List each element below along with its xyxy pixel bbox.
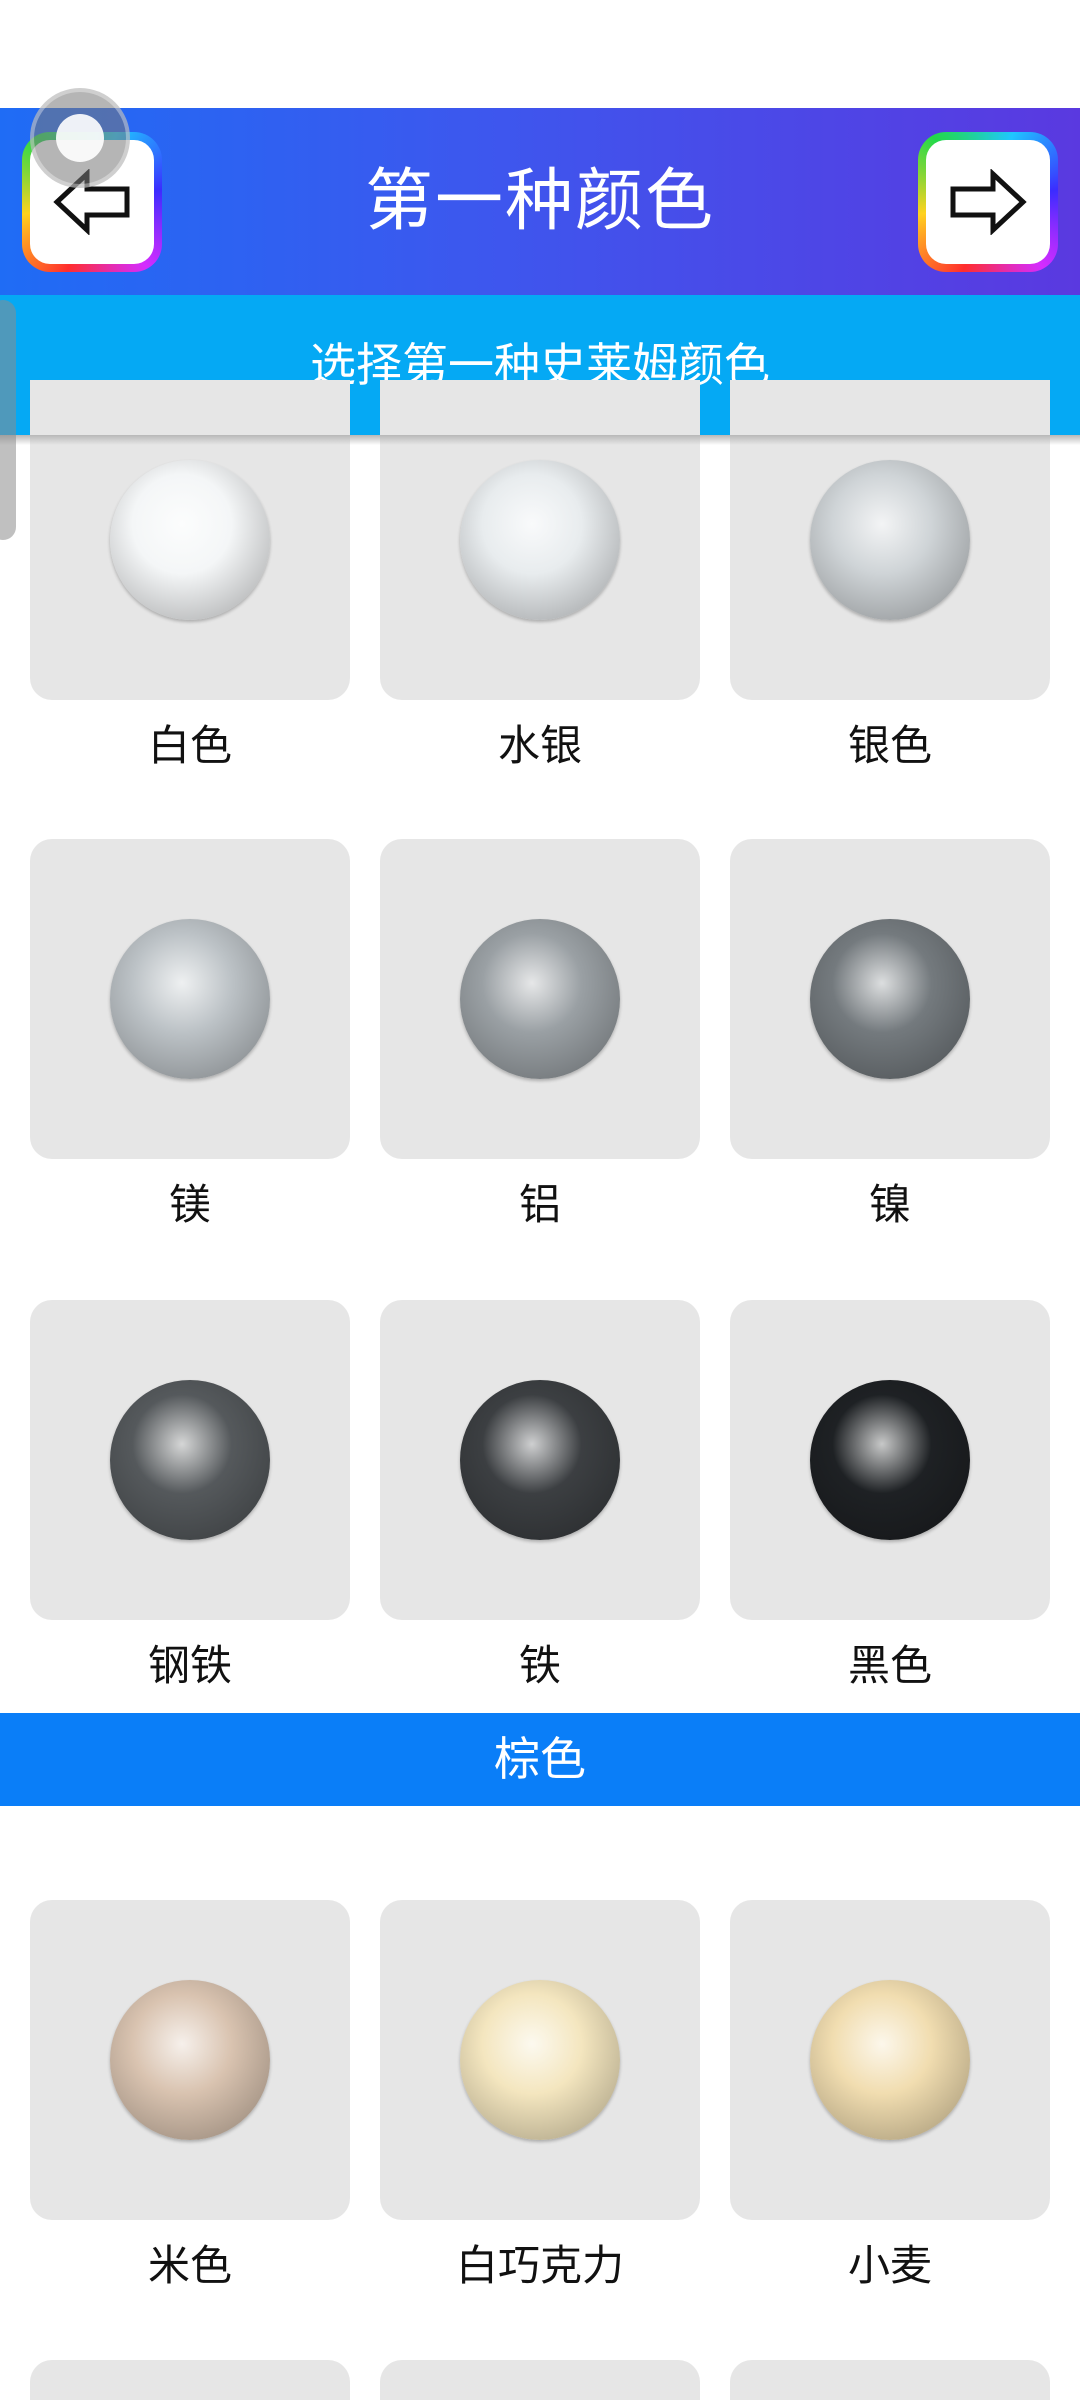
- slime-sphere: [810, 460, 970, 620]
- color-label: 银色: [847, 721, 932, 770]
- color-label: 水银: [497, 721, 582, 770]
- color-tile[interactable]: [730, 839, 1050, 1159]
- color-label: 黑色: [847, 1641, 932, 1690]
- color-option[interactable]: 白巧克力: [380, 1900, 700, 2292]
- color-tile[interactable]: [730, 2360, 1050, 2400]
- color-tile[interactable]: [730, 380, 1050, 700]
- color-option[interactable]: 黑色: [730, 1300, 1050, 1692]
- color-label: 铝: [518, 1180, 561, 1229]
- touch-indicator: [30, 88, 130, 188]
- color-tile[interactable]: [30, 380, 350, 700]
- color-label: 小麦: [847, 2241, 932, 2290]
- color-tile[interactable]: [30, 1900, 350, 2220]
- color-option[interactable]: [380, 2360, 700, 2400]
- color-label: 米色: [147, 2241, 232, 2290]
- subheader-shadow: [0, 435, 1080, 445]
- slime-sphere: [810, 1980, 970, 2140]
- color-tile[interactable]: [380, 839, 700, 1159]
- slime-sphere: [460, 919, 620, 1079]
- color-option[interactable]: 铝: [380, 839, 700, 1231]
- slime-sphere: [110, 919, 270, 1079]
- color-option[interactable]: 镁: [30, 839, 350, 1231]
- color-option[interactable]: 铁: [380, 1300, 700, 1692]
- color-tile[interactable]: [380, 1900, 700, 2220]
- slime-sphere: [460, 1980, 620, 2140]
- color-tile[interactable]: [730, 1900, 1050, 2220]
- color-option[interactable]: 小麦: [730, 1900, 1050, 2292]
- status-area: [0, 0, 1080, 108]
- slime-sphere: [810, 1380, 970, 1540]
- color-label: 镁: [168, 1180, 211, 1229]
- color-tile[interactable]: [380, 1300, 700, 1620]
- color-option[interactable]: [730, 2360, 1050, 2400]
- slime-sphere: [460, 460, 620, 620]
- color-label: 镍: [868, 1180, 911, 1229]
- slime-sphere: [810, 919, 970, 1079]
- slime-sphere: [110, 1380, 270, 1540]
- color-tile[interactable]: [380, 2360, 700, 2400]
- color-tile[interactable]: [380, 380, 700, 700]
- category-header-brown: 棕色: [0, 1713, 1080, 1806]
- color-option[interactable]: 钢铁: [30, 1300, 350, 1692]
- color-tile[interactable]: [30, 1300, 350, 1620]
- color-label: 白巧克力: [455, 2241, 624, 2290]
- slime-sphere: [460, 1380, 620, 1540]
- color-option[interactable]: 米色: [30, 1900, 350, 2292]
- color-label: 铁: [518, 1641, 561, 1690]
- color-tile[interactable]: [30, 2360, 350, 2400]
- color-tile[interactable]: [730, 1300, 1050, 1620]
- app-screen: 第一种颜色 选择第一种史莱姆颜色 白色 水银 银色 镁 铝 镍 钢铁 铁 黑色 …: [0, 0, 1080, 2400]
- slime-sphere: [110, 460, 270, 620]
- slime-sphere: [110, 1980, 270, 2140]
- color-label: 白色: [147, 721, 232, 770]
- header-bar: 第一种颜色: [0, 108, 1080, 295]
- color-tile[interactable]: [30, 839, 350, 1159]
- arrow-right-icon: [950, 169, 1027, 235]
- color-option[interactable]: [30, 2360, 350, 2400]
- color-option[interactable]: 镍: [730, 839, 1050, 1231]
- color-label: 钢铁: [147, 1641, 232, 1690]
- next-button-face: [926, 140, 1050, 264]
- side-drawer-handle[interactable]: [0, 300, 16, 540]
- next-button[interactable]: [918, 132, 1058, 272]
